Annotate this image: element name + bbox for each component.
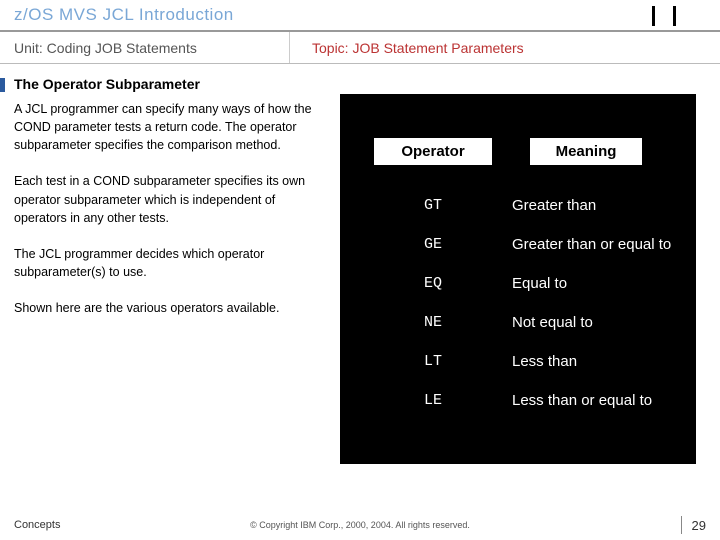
slide: z/OS MVS JCL Introduction Unit: Coding J… (0, 0, 720, 540)
footer-right: 29 (681, 516, 706, 534)
table-row: LE Less than or equal to (340, 392, 696, 409)
table-row: GT Greater than (340, 197, 696, 214)
page-number: 29 (692, 518, 706, 533)
operator-meaning: Less than or equal to (512, 392, 652, 409)
operator-code: LE (374, 392, 492, 409)
body-text-column: A JCL programmer can specify many ways o… (14, 100, 314, 317)
table-row: NE Not equal to (340, 314, 696, 331)
operator-code: EQ (374, 275, 492, 292)
operator-meaning: Less than (512, 353, 577, 370)
table-row: LT Less than (340, 353, 696, 370)
operator-meaning: Greater than (512, 197, 596, 214)
table-header-row: Operator Meaning (340, 94, 696, 165)
sub-header: Unit: Coding JOB Statements Topic: JOB S… (0, 32, 720, 64)
table-row: EQ Equal to (340, 275, 696, 292)
unit-label: Unit: Coding JOB Statements (0, 32, 290, 63)
title-bar: z/OS MVS JCL Introduction (0, 0, 720, 32)
operator-meaning: Greater than or equal to (512, 236, 671, 253)
operator-code: GT (374, 197, 492, 214)
footer-divider-icon (681, 516, 682, 534)
operator-meaning: Equal to (512, 275, 567, 292)
ibm-logo-icon (640, 6, 694, 26)
operator-code: LT (374, 353, 492, 370)
footer: Concepts © Copyright IBM Corp., 2000, 20… (0, 510, 720, 540)
section-heading-text: The Operator Subparameter (14, 76, 200, 92)
slide-body: A JCL programmer can specify many ways o… (0, 100, 720, 480)
paragraph: Each test in a COND subparameter specifi… (14, 172, 314, 226)
operator-meaning: Not equal to (512, 314, 593, 331)
paragraph: The JCL programmer decides which operato… (14, 245, 314, 281)
section-marker-icon (0, 78, 5, 92)
topic-label: Topic: JOB Statement Parameters (290, 40, 524, 56)
operator-code: GE (374, 236, 492, 253)
course-title: z/OS MVS JCL Introduction (14, 5, 234, 25)
col-header-meaning: Meaning (530, 138, 642, 165)
operator-code: NE (374, 314, 492, 331)
table-body: GT Greater than GE Greater than or equal… (340, 165, 696, 409)
footer-copyright: © Copyright IBM Corp., 2000, 2004. All r… (0, 520, 720, 530)
operator-table: Operator Meaning GT Greater than GE Grea… (340, 94, 696, 464)
paragraph: A JCL programmer can specify many ways o… (14, 100, 314, 154)
col-header-operator: Operator (374, 138, 492, 165)
table-row: GE Greater than or equal to (340, 236, 696, 253)
paragraph: Shown here are the various operators ava… (14, 299, 314, 317)
